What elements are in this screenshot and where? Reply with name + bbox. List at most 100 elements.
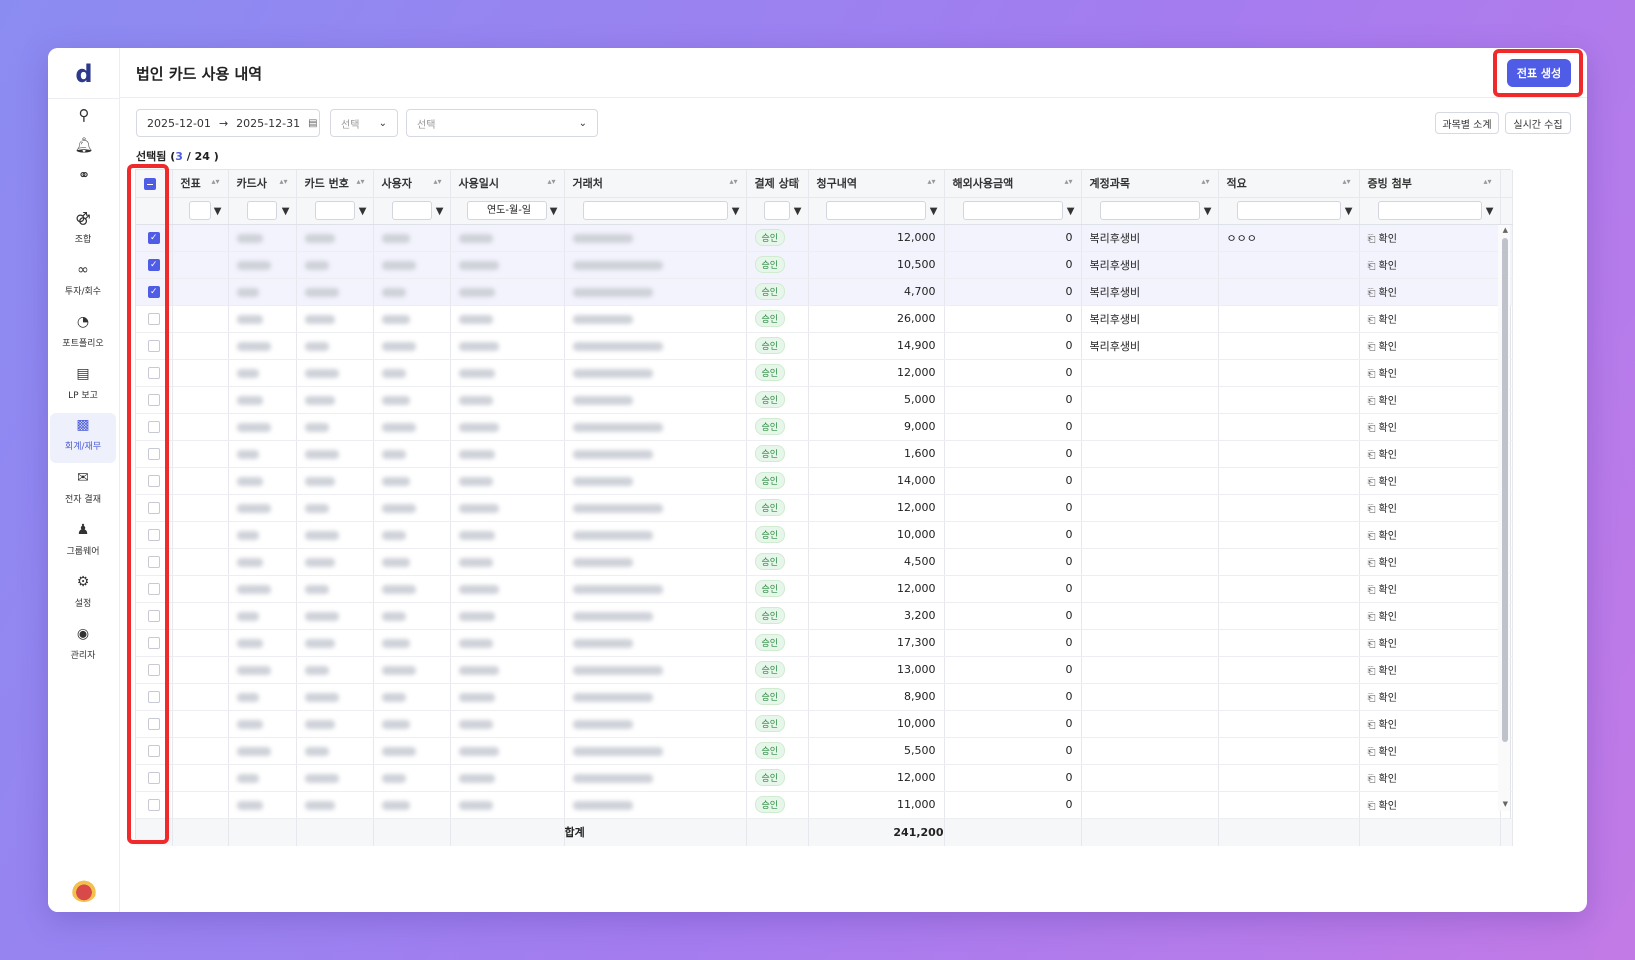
account-cell[interactable]: [1081, 386, 1219, 414]
table-row[interactable]: 승인 5,500 0 ⎗ 확인: [136, 737, 1513, 765]
sidebar-item-union[interactable]: ⚣ 조합: [50, 206, 116, 256]
sort-icon[interactable]: ▴▾: [279, 177, 287, 186]
column-header[interactable]: 해외사용금액 ▴▾: [944, 170, 1082, 198]
sidebar-item-invest[interactable]: ∞ 투자/회수: [50, 258, 116, 308]
attachment-cell[interactable]: ⎗ 확인: [1359, 305, 1501, 333]
table-row[interactable]: 승인 10,000 0 ⎗ 확인: [136, 710, 1513, 738]
attachment-cell[interactable]: ⎗ 확인: [1359, 710, 1501, 738]
memo-cell[interactable]: [1218, 683, 1360, 711]
account-cell[interactable]: [1081, 710, 1219, 738]
account-cell[interactable]: [1081, 548, 1219, 576]
filter-input[interactable]: [314, 201, 355, 220]
filter-funnel-icon[interactable]: ▼: [214, 206, 222, 217]
memo-cell[interactable]: [1218, 764, 1360, 792]
table-row[interactable]: ✓ 승인 10,500 0 복리후생비 ⎗ 확인: [136, 251, 1513, 279]
filter-input[interactable]: [1236, 201, 1341, 220]
attachment-cell[interactable]: ⎗ 확인: [1359, 656, 1501, 684]
account-cell[interactable]: 복리후생비: [1081, 305, 1219, 333]
column-header[interactable]: 카드사 ▴▾: [228, 170, 297, 198]
filter-funnel-icon[interactable]: ▼: [359, 206, 367, 217]
filter-funnel-icon[interactable]: ▼: [1067, 206, 1075, 217]
column-header[interactable]: 증빙 첨부 ▴▾: [1359, 170, 1501, 198]
sidebar-item-portfolio[interactable]: ◔ 포트폴리오: [50, 310, 116, 360]
sidebar-item-approval[interactable]: ✉ 전자 결재: [50, 466, 116, 516]
attachment-cell[interactable]: ⎗ 확인: [1359, 494, 1501, 522]
table-row[interactable]: 승인 1,600 0 ⎗ 확인: [136, 440, 1513, 468]
filter-input[interactable]: [764, 201, 790, 220]
table-row[interactable]: 승인 9,000 0 ⎗ 확인: [136, 413, 1513, 441]
sidebar-item-settings[interactable]: ⚙ 설정: [50, 570, 116, 620]
attachment-cell[interactable]: ⎗ 확인: [1359, 278, 1501, 306]
memo-cell[interactable]: [1218, 575, 1360, 603]
account-cell[interactable]: [1081, 791, 1219, 819]
sort-icon[interactable]: ▴▾: [729, 177, 737, 186]
sort-icon[interactable]: ▴▾: [433, 177, 441, 186]
attachment-cell[interactable]: ⎗ 확인: [1359, 683, 1501, 711]
memo-cell[interactable]: [1218, 386, 1360, 414]
memo-cell[interactable]: [1218, 602, 1360, 630]
account-cell[interactable]: [1081, 764, 1219, 792]
memo-cell[interactable]: [1218, 791, 1360, 819]
attachment-cell[interactable]: ⎗ 확인: [1359, 737, 1501, 765]
sort-icon[interactable]: ▴▾: [927, 177, 935, 186]
attachment-cell[interactable]: ⎗ 확인: [1359, 224, 1501, 252]
column-header[interactable]: 적요 ▴▾: [1218, 170, 1360, 198]
attachment-cell[interactable]: ⎗ 확인: [1359, 521, 1501, 549]
table-row[interactable]: 승인 12,000 0 ⎗ 확인: [136, 494, 1513, 522]
attachment-cell[interactable]: ⎗ 확인: [1359, 440, 1501, 468]
filter-input[interactable]: [247, 201, 277, 220]
account-cell[interactable]: 복리후생비: [1081, 224, 1219, 252]
scroll-up-icon[interactable]: ▲: [1503, 226, 1508, 234]
table-row[interactable]: 승인 17,300 0 ⎗ 확인: [136, 629, 1513, 657]
filter-input[interactable]: [582, 201, 728, 220]
table-row[interactable]: 승인 8,900 0 ⎗ 확인: [136, 683, 1513, 711]
table-row[interactable]: 승인 10,000 0 ⎗ 확인: [136, 521, 1513, 549]
filter-funnel-icon[interactable]: ▼: [436, 206, 444, 217]
filter-funnel-icon[interactable]: ▼: [550, 206, 558, 217]
account-cell[interactable]: [1081, 683, 1219, 711]
table-row[interactable]: 승인 13,000 0 ⎗ 확인: [136, 656, 1513, 684]
memo-cell[interactable]: [1218, 278, 1360, 306]
account-cell[interactable]: [1081, 575, 1219, 603]
attachment-cell[interactable]: ⎗ 확인: [1359, 467, 1501, 495]
table-row[interactable]: 승인 5,000 0 ⎗ 확인: [136, 386, 1513, 414]
filter-input[interactable]: [189, 201, 211, 220]
filter-input[interactable]: [391, 201, 432, 220]
app-logo[interactable]: d: [48, 60, 120, 88]
memo-cell[interactable]: [1218, 413, 1360, 441]
date-range-picker[interactable]: 2025-12-01 → 2025-12-31 ▤: [136, 109, 320, 137]
attachment-cell[interactable]: ⎗ 확인: [1359, 413, 1501, 441]
scrollbar-thumb[interactable]: [1502, 238, 1508, 742]
sort-icon[interactable]: ▴▾: [211, 177, 219, 186]
account-cell[interactable]: 복리후생비: [1081, 332, 1219, 360]
memo-cell[interactable]: [1218, 305, 1360, 333]
account-cell[interactable]: [1081, 467, 1219, 495]
column-header[interactable]: 사용자 ▴▾: [373, 170, 451, 198]
attachment-cell[interactable]: ⎗ 확인: [1359, 629, 1501, 657]
column-header[interactable]: 전표 ▴▾: [172, 170, 229, 198]
bell-icon[interactable]: 🔔︎: [48, 136, 120, 154]
table-row[interactable]: 승인 14,000 0 ⎗ 확인: [136, 467, 1513, 495]
attachment-cell[interactable]: ⎗ 확인: [1359, 764, 1501, 792]
subtotal-button[interactable]: 과목별 소계: [1435, 112, 1499, 134]
sort-icon[interactable]: ▴▾: [356, 177, 364, 186]
memo-cell[interactable]: [1218, 440, 1360, 468]
sort-icon[interactable]: ▴▾: [791, 177, 799, 186]
account-cell[interactable]: 복리후생비: [1081, 278, 1219, 306]
table-row[interactable]: 승인 3,200 0 ⎗ 확인: [136, 602, 1513, 630]
account-cell[interactable]: [1081, 656, 1219, 684]
sidebar-item-admin[interactable]: ◉ 관리자: [50, 622, 116, 672]
table-row[interactable]: 승인 11,000 0 ⎗ 확인: [136, 791, 1513, 819]
memo-cell[interactable]: [1218, 251, 1360, 279]
account-cell[interactable]: [1081, 359, 1219, 387]
memo-cell[interactable]: ㅇㅇㅇ: [1218, 224, 1360, 252]
account-cell[interactable]: [1081, 494, 1219, 522]
avatar[interactable]: [71, 878, 97, 902]
filter-funnel-icon[interactable]: ▼: [930, 206, 938, 217]
headset-icon[interactable]: ⚭: [48, 166, 120, 184]
memo-cell[interactable]: [1218, 548, 1360, 576]
memo-cell[interactable]: [1218, 332, 1360, 360]
account-cell[interactable]: [1081, 413, 1219, 441]
select-dropdown-2[interactable]: 선택 ⌄: [406, 109, 598, 137]
create-voucher-button[interactable]: 전표 생성: [1507, 59, 1571, 87]
